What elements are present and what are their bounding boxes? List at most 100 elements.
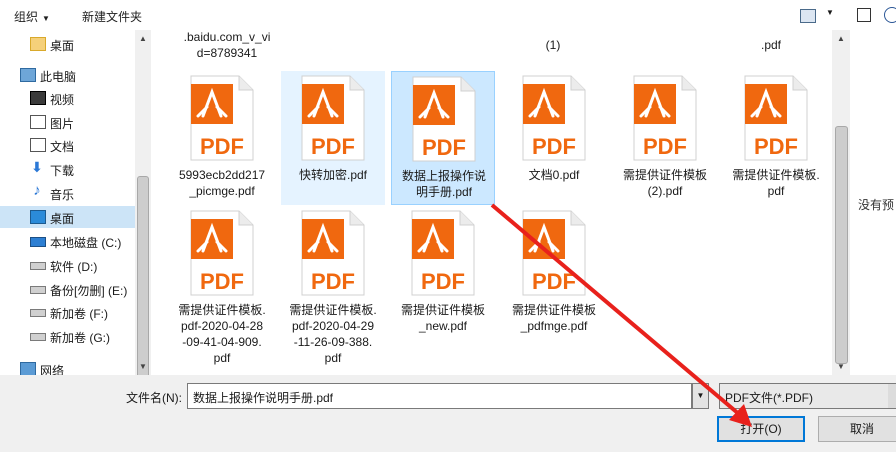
nav-item-label: 文档 (50, 140, 75, 154)
cancel-button[interactable]: 取消 (818, 416, 896, 442)
pdf-file-icon: PDF (301, 210, 365, 296)
drive-icon (30, 333, 46, 341)
file-name: 需提供证件模板 _new.pdf (400, 303, 485, 333)
file-item[interactable]: PDF 快转加密.pdf (281, 71, 385, 205)
file-type-filter[interactable]: PDF文件(*.PDF) (719, 383, 896, 409)
file-item[interactable]: PDF 5993ecb2dd217 _picmge.pdf (170, 71, 274, 205)
pdf-badge-text: PDF (422, 135, 466, 160)
nav-item-label: 新加卷 (F:) (50, 307, 108, 321)
scroll-down-arrow-icon[interactable]: ▼ (135, 360, 151, 374)
pdf-badge-text: PDF (643, 134, 687, 159)
drive-icon (30, 262, 46, 270)
desktop-icon (30, 210, 46, 224)
file-name: 需提供证件模板 (2).pdf (622, 168, 707, 198)
nav-item[interactable]: 新加卷 (G:) (0, 325, 135, 347)
nav-scrollbar[interactable]: ▲ ▼ (135, 30, 151, 378)
file-name: 数据上报操作说 明手册.pdf (401, 169, 486, 199)
nav-item-label: 软件 (D:) (50, 260, 98, 274)
pdf-badge-text: PDF (311, 269, 355, 294)
pdf-badge-text: PDF (754, 134, 798, 159)
nav-item[interactable]: 文档 (0, 134, 135, 156)
file-type-value: PDF文件(*.PDF) (725, 391, 813, 405)
file-name: 需提供证件模板. pdf (732, 168, 820, 198)
view-dropdown-arrow-icon[interactable]: ▼ (826, 8, 834, 17)
filename-value: 数据上报操作说明手册.pdf (193, 391, 334, 405)
new-folder-button[interactable]: 新建文件夹 (82, 8, 142, 25)
file-label-partial[interactable]: (1) (498, 37, 608, 53)
nav-item-label: 此电脑 (40, 70, 77, 84)
file-item[interactable]: PDF 文档0.pdf (502, 71, 606, 205)
pdf-file-icon: PDF (411, 210, 475, 296)
nav-item-label: 视频 (50, 93, 75, 107)
open-button[interactable]: 打开(O) (717, 416, 805, 442)
download-icon: ⬇ (31, 159, 43, 175)
drive-icon (30, 286, 46, 294)
file-item[interactable]: PDF 需提供证件模板. pdf-2020-04-29 -11-26-09-388… (281, 206, 385, 365)
nav-item[interactable]: 桌面 (0, 33, 135, 55)
scroll-thumb[interactable] (835, 126, 848, 364)
nav-item[interactable]: ⬇ 下载 (0, 158, 135, 180)
nav-item-label: 图片 (50, 117, 75, 131)
scroll-up-arrow-icon[interactable]: ▲ (832, 32, 850, 46)
scroll-up-arrow-icon[interactable]: ▲ (135, 32, 151, 46)
video-icon (30, 91, 46, 105)
pdf-file-icon: PDF (190, 75, 254, 161)
nav-item[interactable]: ♪ 音乐 (0, 182, 135, 204)
navigation-pane: 桌面 此电脑 视频 图片 文档 ⬇ 下载 ♪ 音乐 桌面 本地磁盘 (C:) 软件 (D:) 备份[勿删… (0, 30, 135, 378)
file-list: .baidu.com_v_vi d=8789341 (1) .pdf PDF 5993e… (151, 30, 831, 375)
pdf-badge-text: PDF (421, 269, 465, 294)
pdf-file-icon: PDF (633, 75, 697, 161)
file-scrollbar[interactable]: ▲ ▼ (832, 30, 850, 375)
file-label-partial[interactable]: .pdf (716, 37, 826, 53)
pdf-file-icon: PDF (744, 75, 808, 161)
dropdown-arrow-icon: ▼ (42, 14, 50, 23)
filename-dropdown-arrow-icon[interactable]: ▼ (692, 383, 709, 409)
folder-icon (30, 37, 46, 51)
preview-pane-icon[interactable] (857, 8, 871, 22)
network-icon (20, 362, 36, 376)
file-name: 需提供证件模板. pdf-2020-04-28 -09-41-04-909. p… (178, 303, 266, 365)
scroll-down-arrow-icon[interactable]: ▼ (832, 360, 850, 374)
organize-label: 组织 (14, 10, 39, 24)
nav-item[interactable]: 图片 (0, 111, 135, 133)
file-name: 5993ecb2dd217 _picmge.pdf (178, 168, 266, 198)
computer-icon (20, 68, 36, 82)
nav-item[interactable]: 新加卷 (F:) (0, 301, 135, 323)
filename-input[interactable]: 数据上报操作说明手册.pdf (187, 383, 692, 409)
file-name: 文档0.pdf (528, 168, 580, 182)
filter-dropdown-arrow-icon[interactable] (888, 384, 896, 408)
file-item[interactable]: PDF 需提供证件模板. pdf (724, 71, 828, 205)
pdf-badge-text: PDF (532, 269, 576, 294)
document-icon (30, 138, 46, 152)
file-name: 需提供证件模板. pdf-2020-04-29 -11-26-09-388. p… (289, 303, 377, 365)
file-item[interactable]: PDF 需提供证件模板. pdf-2020-04-28 -09-41-04-909… (170, 206, 274, 365)
filename-label: 文件名(N): (126, 391, 182, 405)
file-name: 需提供证件模板 _pdfmge.pdf (511, 303, 596, 333)
pdf-file-icon: PDF (522, 210, 586, 296)
nav-item[interactable]: 桌面 (0, 206, 135, 228)
pdf-badge-text: PDF (200, 134, 244, 159)
file-label-partial[interactable]: .baidu.com_v_vi d=8789341 (172, 30, 282, 61)
pdf-file-icon: PDF (190, 210, 254, 296)
os-drive-icon (30, 237, 46, 247)
nav-item[interactable]: 软件 (D:) (0, 254, 135, 276)
nav-item-label: 本地磁盘 (C:) (50, 236, 122, 250)
pdf-file-icon: PDF (301, 75, 365, 161)
view-options-icon[interactable] (800, 9, 816, 23)
scroll-thumb[interactable] (137, 176, 149, 378)
organize-menu[interactable]: 组织 ▼ (14, 8, 50, 25)
nav-item-label: 下载 (50, 164, 75, 178)
nav-item[interactable]: 视频 (0, 87, 135, 109)
file-item[interactable]: PDF 需提供证件模板 _new.pdf (391, 206, 495, 340)
help-icon[interactable] (884, 7, 896, 23)
file-item[interactable]: PDF 数据上报操作说 明手册.pdf (391, 71, 495, 205)
file-item[interactable]: PDF 需提供证件模板 _pdfmge.pdf (502, 206, 606, 340)
file-item[interactable]: PDF 需提供证件模板 (2).pdf (613, 71, 717, 205)
nav-item[interactable]: 此电脑 (0, 64, 135, 86)
nav-item[interactable]: 备份[勿删] (E:) (0, 278, 135, 300)
pdf-badge-text: PDF (200, 269, 244, 294)
nav-item[interactable]: 本地磁盘 (C:) (0, 230, 135, 252)
nav-item-label: 备份[勿删] (E:) (50, 284, 128, 298)
file-name: 快转加密.pdf (298, 168, 368, 182)
pdf-badge-text: PDF (532, 134, 576, 159)
